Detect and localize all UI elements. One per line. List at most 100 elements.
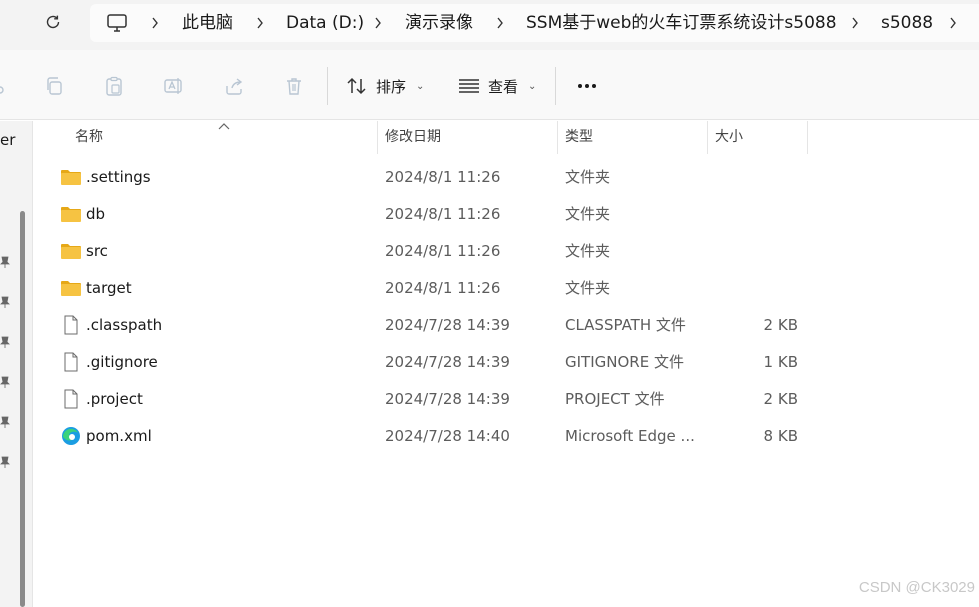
pin-icon <box>0 256 10 268</box>
chevron-down-icon: ⌄ <box>416 80 425 92</box>
file-row[interactable]: target 2024/8/1 11:26 文件夹 <box>34 270 979 307</box>
breadcrumb-project-folder[interactable]: SSM基于web的火车订票系统设计s5088 <box>526 4 837 42</box>
file-size <box>708 233 798 270</box>
file-name[interactable]: db <box>86 196 105 233</box>
view-label: 查看 <box>488 77 519 96</box>
file-type: 文件夹 <box>565 242 611 260</box>
pin-icon <box>0 456 10 468</box>
copy-icon <box>47 77 62 95</box>
file-date: 2024/8/1 11:26 <box>385 205 501 223</box>
file-row[interactable]: .gitignore 2024/7/28 14:39 GITIGNORE 文件 … <box>34 344 979 381</box>
refresh-button[interactable] <box>40 9 66 35</box>
more-dot <box>585 84 589 88</box>
breadcrumb-chevron-icon[interactable] <box>253 16 267 30</box>
trash-icon <box>287 78 301 95</box>
file-date: 2024/7/28 14:39 <box>385 390 510 408</box>
file-row[interactable]: pom.xml 2024/7/28 14:40 Microsoft Edge .… <box>34 418 979 455</box>
address-bar-row: 此电脑 Data (D:) 演示录像 SSM基于web的火车订票系统设计s508… <box>0 0 979 50</box>
file-size: 2 KB <box>763 390 798 408</box>
file-size: 2 KB <box>763 316 798 334</box>
breadcrumb-drive-d[interactable]: Data (D:) <box>286 4 364 42</box>
file-name[interactable]: .project <box>86 381 143 418</box>
file-row[interactable]: .classpath 2024/7/28 14:39 CLASSPATH 文件 … <box>34 307 979 344</box>
more-options-button[interactable] <box>574 72 600 100</box>
file-date: 2024/8/1 11:26 <box>385 168 501 186</box>
nav-scrollbar[interactable] <box>20 211 25 607</box>
pin-icon <box>0 296 10 308</box>
breadcrumb-chevron-icon[interactable] <box>848 16 862 30</box>
file-date: 2024/8/1 11:26 <box>385 242 501 260</box>
cut-button[interactable] <box>0 74 16 98</box>
command-bar: 排序 ⌄ 查看 ⌄ <box>0 50 979 120</box>
pin-icon <box>0 376 10 388</box>
nav-item-label[interactable]: er <box>0 131 15 149</box>
file-name[interactable]: .classpath <box>86 307 162 344</box>
breadcrumb-current-folder[interactable]: s5088 <box>881 4 933 42</box>
paste-icon <box>106 76 122 96</box>
paste-button[interactable] <box>102 74 126 98</box>
file-name[interactable]: target <box>86 270 132 307</box>
file-size <box>708 159 798 196</box>
toolbar-divider <box>555 67 556 105</box>
address-bar[interactable]: 此电脑 Data (D:) 演示录像 SSM基于web的火车订票系统设计s508… <box>90 4 979 42</box>
cut-icon <box>0 86 4 94</box>
pin-icon <box>0 336 10 348</box>
sort-ascending-icon <box>218 123 230 130</box>
file-type: 文件夹 <box>565 279 611 297</box>
breadcrumb-chevron-icon[interactable] <box>493 16 507 30</box>
file-name[interactable]: .gitignore <box>86 344 158 381</box>
file-type: CLASSPATH 文件 <box>565 316 686 334</box>
file-icon <box>64 352 78 372</box>
chevron-down-icon: ⌄ <box>528 80 537 92</box>
column-header-date[interactable]: 修改日期 <box>385 121 555 154</box>
file-icon <box>64 315 78 335</box>
copy-button[interactable] <box>42 74 66 98</box>
breadcrumb-chevron-icon[interactable] <box>371 16 385 30</box>
toolbar-divider <box>327 67 328 105</box>
file-row[interactable]: .settings 2024/8/1 11:26 文件夹 <box>34 159 979 196</box>
folder-icon <box>61 281 81 296</box>
breadcrumb-chevron-icon[interactable] <box>946 16 960 30</box>
share-button[interactable] <box>222 74 246 98</box>
sort-button[interactable]: 排序 ⌄ <box>346 72 424 100</box>
file-row[interactable]: .project 2024/7/28 14:39 PROJECT 文件 2 KB <box>34 381 979 418</box>
view-list-icon <box>459 79 479 93</box>
file-name[interactable]: src <box>86 233 108 270</box>
breadcrumb-this-pc[interactable]: 此电脑 <box>182 4 233 42</box>
column-header-type[interactable]: 类型 <box>565 121 705 154</box>
file-icon <box>64 389 78 409</box>
share-icon <box>226 78 243 95</box>
folder-icon <box>61 170 81 185</box>
file-type: 文件夹 <box>565 168 611 186</box>
edge-icon <box>62 427 80 445</box>
sort-icon <box>347 77 366 95</box>
more-dot <box>578 84 582 88</box>
file-row[interactable]: db 2024/8/1 11:26 文件夹 <box>34 196 979 233</box>
file-type: Microsoft Edge ... <box>565 427 695 445</box>
column-divider[interactable] <box>707 121 708 154</box>
delete-button[interactable] <box>282 74 306 98</box>
navigation-pane: er <box>0 121 33 607</box>
breadcrumb-chevron-icon[interactable] <box>148 16 162 30</box>
file-row[interactable]: src 2024/8/1 11:26 文件夹 <box>34 233 979 270</box>
column-header-size[interactable]: 大小 <box>715 121 805 154</box>
file-size: 1 KB <box>763 353 798 371</box>
file-type: PROJECT 文件 <box>565 390 665 408</box>
column-divider[interactable] <box>557 121 558 154</box>
watermark: CSDN @CK3029 <box>858 579 975 596</box>
file-name[interactable]: .settings <box>86 159 151 196</box>
file-date: 2024/8/1 11:26 <box>385 279 501 297</box>
this-pc-icon[interactable] <box>106 12 128 34</box>
file-name[interactable]: pom.xml <box>86 418 152 455</box>
file-size <box>708 196 798 233</box>
view-button[interactable]: 查看 ⌄ <box>458 72 536 100</box>
file-type: 文件夹 <box>565 205 611 223</box>
file-date: 2024/7/28 14:40 <box>385 427 510 445</box>
column-divider[interactable] <box>807 121 808 154</box>
breadcrumb-demo-recordings[interactable]: 演示录像 <box>405 4 473 42</box>
column-divider[interactable] <box>377 121 378 154</box>
rename-button[interactable] <box>162 74 186 98</box>
file-size: 8 KB <box>763 427 798 445</box>
sort-label: 排序 <box>376 77 407 96</box>
rename-icon <box>164 78 182 94</box>
